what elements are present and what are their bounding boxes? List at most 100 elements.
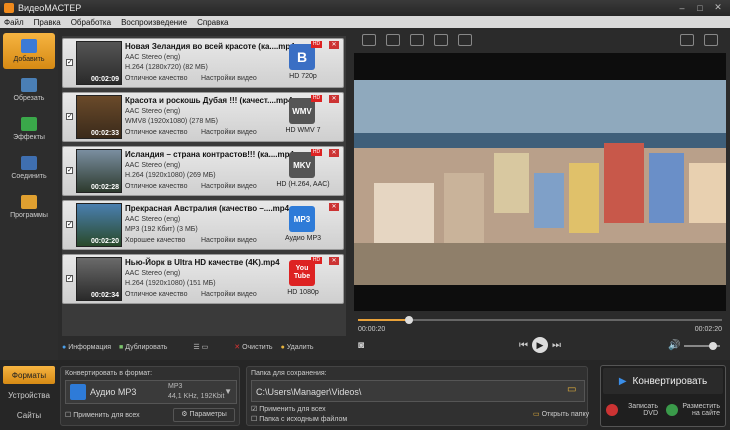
hd-badge: HD xyxy=(311,41,322,48)
folder-icon[interactable]: ▭ xyxy=(567,384,581,398)
remove-file-icon[interactable]: ✕ xyxy=(329,95,339,103)
duplicate-button[interactable]: ■ Дублировать xyxy=(119,344,167,351)
file-checkbox[interactable]: ✓ xyxy=(66,221,73,228)
format-panel: Конвертировать в формат: Аудио MP3 MP3 4… xyxy=(60,366,240,426)
file-duration: 00:02:34 xyxy=(90,292,119,299)
params-button[interactable]: ⚙ Параметры xyxy=(173,408,235,422)
file-item[interactable]: ✓ 00:02:34 Нью-Йорк в Ultra HD качестве … xyxy=(62,254,344,304)
format-label: HD 1080p xyxy=(287,289,319,296)
menu-file[interactable]: Файл xyxy=(4,18,24,27)
file-item[interactable]: ✓ 00:02:28 Исландия – страна контрастов!… xyxy=(62,146,344,196)
remove-file-icon[interactable]: ✕ xyxy=(329,257,339,265)
tab-formats[interactable]: Форматы xyxy=(3,366,55,384)
sidebar-effects-button[interactable]: Эффекты xyxy=(3,111,55,147)
timeline-handle[interactable] xyxy=(404,316,413,324)
player-controls: ◙ ⏮ ▶ ⏭ 🔊 xyxy=(354,336,726,356)
file-name: Красота и роскошь Дубая !!! (качест....m… xyxy=(125,96,293,105)
play-icon[interactable]: ▶ xyxy=(532,337,548,353)
file-name: Новая Зеландия во всей красоте (ка....mp… xyxy=(125,42,295,51)
quality-label[interactable]: Хорошее качество xyxy=(125,237,185,244)
video-settings-link[interactable]: Настройки видео xyxy=(201,237,257,244)
video-settings-link[interactable]: Настройки видео xyxy=(201,183,257,190)
publish-web-label: Разместить на сайте xyxy=(682,403,720,417)
next-icon[interactable]: ⏭ xyxy=(552,340,561,351)
sidebar-programs-button[interactable]: Программы xyxy=(3,189,55,225)
quality-label[interactable]: Отличное качество xyxy=(125,291,187,298)
remove-file-icon[interactable]: ✕ xyxy=(329,203,339,211)
format-selector[interactable]: Аудио MP3 MP3 44,1 KHz, 192Kbit ▼ xyxy=(65,380,237,404)
apply-all-format-checkbox[interactable]: ☐ Применить для всех xyxy=(65,411,140,419)
info-button[interactable]: ● Информация xyxy=(62,344,111,351)
open-folder-button[interactable]: ▭ Открыть папку xyxy=(533,410,589,418)
delete-button[interactable]: ● Удалить xyxy=(281,344,314,351)
video-settings-link[interactable]: Настройки видео xyxy=(201,75,257,82)
window-title: ВидеоМАСТЕР xyxy=(18,3,82,13)
maximize-icon[interactable]: □ xyxy=(692,2,708,13)
file-item[interactable]: ✓ 00:02:09 Новая Зеландия во всей красот… xyxy=(62,38,344,88)
sidebar-programs-label: Программы xyxy=(10,212,48,219)
remove-file-icon[interactable]: ✕ xyxy=(329,149,339,157)
file-item[interactable]: ✓ 00:02:33 Красота и роскошь Дубая !!! (… xyxy=(62,92,344,142)
quality-label[interactable]: Отличное качество xyxy=(125,75,187,82)
audio-info: AAC Stereo (eng) xyxy=(125,216,181,223)
rotate-icon[interactable] xyxy=(386,34,400,46)
quality-label[interactable]: Отличное качество xyxy=(125,183,187,190)
sidebar-trim-button[interactable]: Обрезать xyxy=(3,72,55,108)
quality-label[interactable]: Отличное качество xyxy=(125,129,187,136)
remove-file-icon[interactable]: ✕ xyxy=(329,41,339,49)
video-info: H.264 (1920x1080) (269 МБ) xyxy=(125,172,216,179)
timeline-slider[interactable] xyxy=(354,316,726,324)
menu-process[interactable]: Обработка xyxy=(71,18,111,27)
fullscreen-icon[interactable] xyxy=(704,34,718,46)
sidebar-join-label: Соединить xyxy=(11,173,47,180)
dvd-icon xyxy=(606,404,618,416)
sidebar-join-button[interactable]: Соединить xyxy=(3,150,55,186)
enhance-icon[interactable] xyxy=(434,34,448,46)
viewer-toolbar xyxy=(354,32,726,50)
file-item[interactable]: ✓ 00:02:20 Прекрасная Австралия (качеств… xyxy=(62,200,344,250)
total-time: 00:02:20 xyxy=(694,326,722,333)
chevron-down-icon[interactable]: ▼ xyxy=(224,387,232,396)
minimize-icon[interactable]: – xyxy=(674,2,690,13)
tab-sites[interactable]: Сайты xyxy=(3,406,55,424)
view-toggle[interactable]: ☰ ▭ xyxy=(193,343,208,351)
file-thumbnail: 00:02:09 xyxy=(76,41,122,85)
clear-button[interactable]: ✕ Очистить xyxy=(234,343,272,351)
convert-button[interactable]: ▶ Конвертировать xyxy=(603,368,723,394)
tab-devices[interactable]: Устройства xyxy=(3,386,55,404)
close-icon[interactable]: ✕ xyxy=(710,2,726,13)
video-settings-link[interactable]: Настройки видео xyxy=(201,291,257,298)
clear-icon: ✕ xyxy=(234,344,241,351)
volume-slider[interactable] xyxy=(684,342,720,350)
menu-playback[interactable]: Воспроизведение xyxy=(121,18,187,27)
video-info: WMV8 (1920x1080) (278 МБ) xyxy=(125,118,218,125)
snapshot-icon[interactable]: ◙ xyxy=(358,340,364,351)
file-checkbox[interactable]: ✓ xyxy=(66,275,73,282)
crop-icon[interactable] xyxy=(362,34,376,46)
save-path-field[interactable]: C:\Users\Manager\Videos\ ▭ xyxy=(251,380,585,402)
video-info: H.264 (1920x1080) (151 МБ) xyxy=(125,280,216,287)
speed-icon[interactable] xyxy=(458,34,472,46)
prev-icon[interactable]: ⏮ xyxy=(519,340,528,351)
video-settings-link[interactable]: Настройки видео xyxy=(201,129,257,136)
volume-handle[interactable] xyxy=(708,342,717,350)
apply-all-save-checkbox[interactable]: ☑ Применить для всех xyxy=(251,405,326,413)
volume-icon[interactable]: 🔊 xyxy=(668,340,680,351)
file-checkbox[interactable]: ✓ xyxy=(66,59,73,66)
format-icon[interactable]: MP3 xyxy=(289,206,315,232)
file-checkbox[interactable]: ✓ xyxy=(66,113,73,120)
video-preview[interactable] xyxy=(354,53,726,311)
menu-help[interactable]: Справка xyxy=(197,18,228,27)
file-checkbox[interactable]: ✓ xyxy=(66,167,73,174)
source-folder-checkbox[interactable]: ☐ Папка с исходным файлом xyxy=(251,415,347,423)
sidebar-effects-label: Эффекты xyxy=(13,134,45,141)
sidebar-add-button[interactable]: Добавить xyxy=(3,33,55,69)
brightness-icon[interactable] xyxy=(410,34,424,46)
publish-web-button[interactable]: Разместить на сайте xyxy=(663,398,723,424)
menu-edit[interactable]: Правка xyxy=(34,18,61,27)
gif-icon[interactable] xyxy=(680,34,694,46)
file-list-toolbar: ● Информация ■ Дублировать ☰ ▭ ✕ Очистит… xyxy=(62,340,346,354)
open-folder-icon: ▭ xyxy=(533,411,540,418)
join-icon xyxy=(21,156,37,170)
burn-dvd-button[interactable]: Записать DVD xyxy=(603,398,661,424)
